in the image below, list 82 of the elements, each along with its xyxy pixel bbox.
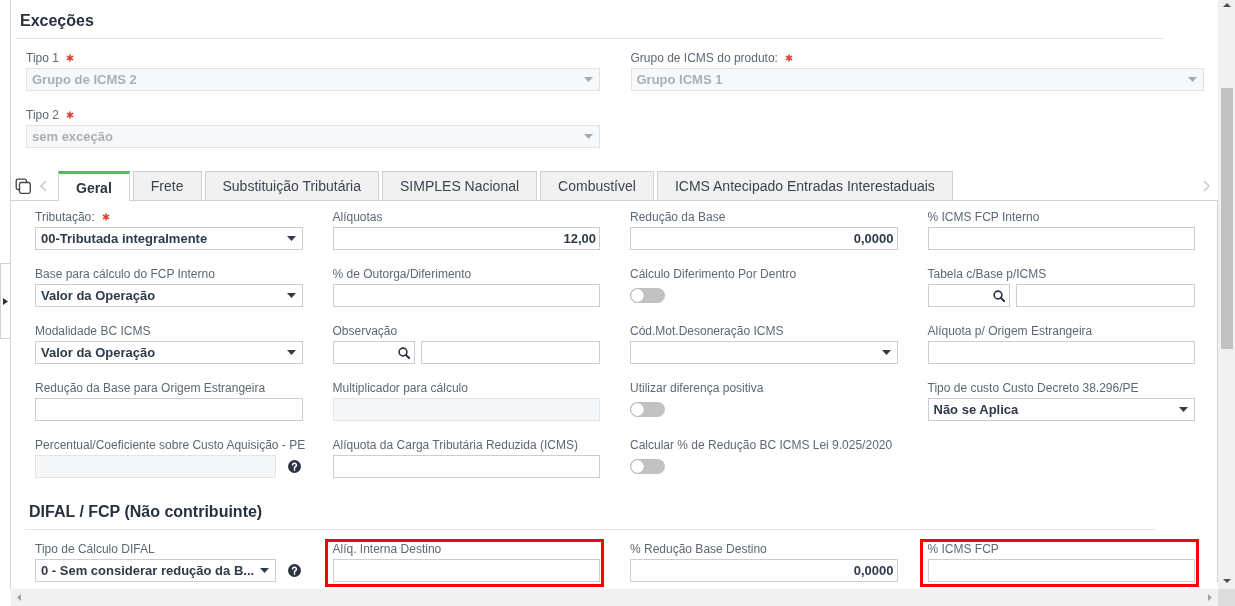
tab[interactable]: Substituição Tributária (204, 171, 380, 200)
caret-icon (583, 134, 593, 139)
scrollbar-corner (1218, 589, 1235, 606)
field-label: Observação (332, 324, 398, 338)
field-label: Tipo 1 (26, 51, 59, 65)
field-label: Grupo de ICMS do produto: (630, 51, 778, 65)
section-title: Exceções (20, 11, 94, 31)
field-label: Modalidade BC ICMS (35, 324, 151, 338)
input-field[interactable] (332, 284, 600, 307)
search-icon (992, 289, 1005, 302)
field-label: Tipo 2 (26, 108, 59, 122)
caret-icon (259, 568, 269, 573)
arrow-left-icon[interactable] (17, 594, 21, 601)
field-label: Cálculo Diferimento Por Dentro (630, 267, 797, 281)
field-label: Redução da Base (630, 210, 726, 224)
search-icon (397, 346, 410, 359)
dropdown[interactable]: Valor da Operação (35, 341, 303, 364)
input-field[interactable] (927, 341, 1195, 364)
tab[interactable]: SIMPLES Nacional (382, 171, 538, 200)
caret-icon (1188, 77, 1197, 82)
tab[interactable]: Geral (58, 171, 130, 201)
caret-icon (286, 236, 296, 241)
caret-right-icon (3, 297, 8, 305)
input-field[interactable]: 0,0000 (630, 227, 898, 250)
tab[interactable]: ICMS Antecipado Entradas Interestaduais (656, 171, 953, 200)
caret-icon (583, 77, 593, 82)
field-label: Tipo de Cálculo DIFAL (35, 542, 155, 556)
field-label: Alíq. Interna Destino (332, 542, 442, 556)
field-label: Alíquota da Carga Tributária Reduzida (ICMS) (332, 438, 578, 452)
field-label: Tributação: (35, 210, 95, 224)
help-icon[interactable] (287, 564, 301, 577)
field-label: Utilizar diferença positiva (630, 381, 764, 395)
input-field[interactable] (35, 398, 303, 421)
arrow-down-icon[interactable] (1222, 579, 1231, 583)
side-panel-handle[interactable] (0, 263, 10, 339)
search-field[interactable] (332, 341, 415, 364)
scrollbar-thumb[interactable] (1220, 88, 1233, 349)
field-label: % ICMS FCP (927, 542, 999, 556)
field-label: Calcular % de Redução BC ICMS Lei 9.025/2020 (630, 438, 893, 452)
dropdown[interactable] (630, 341, 898, 364)
field-label: Alíquotas (332, 210, 383, 224)
caret-icon (286, 293, 296, 298)
field-label: Percentual/Coeficiente sobre Custo Aquisição - PE (35, 438, 306, 452)
input-field[interactable] (420, 341, 600, 364)
field-label: Tabela c/Base p/ICMS (927, 267, 1047, 281)
field-label: Base para cálculo do FCP Interno (35, 267, 215, 281)
toggle-switch[interactable] (630, 402, 665, 417)
vertical-scrollbar[interactable] (1218, 0, 1235, 589)
section-title: DIFAL / FCP (Não contribuinte) (29, 502, 263, 522)
input-field[interactable] (1015, 284, 1195, 307)
chevron-right-icon[interactable] (1203, 179, 1210, 192)
horizontal-scrollbar[interactable] (11, 589, 1218, 606)
caret-icon (881, 350, 891, 355)
field-label: Alíquota p/ Origem Estrangeira (927, 324, 1093, 338)
field-label: % Redução Base Destino (630, 542, 767, 556)
toggle-switch[interactable] (630, 459, 665, 474)
dropdown[interactable]: Valor da Operação (35, 284, 303, 307)
field-label: % ICMS FCP Interno (927, 210, 1040, 224)
tab[interactable]: Frete (132, 171, 202, 200)
tab[interactable]: Combustível (540, 171, 654, 200)
copy-icon[interactable] (15, 177, 31, 194)
arrow-up-icon[interactable] (1222, 3, 1231, 7)
toggle-switch[interactable] (630, 288, 665, 303)
dropdown[interactable]: 00-Tributada integralmente (35, 227, 303, 250)
input-field[interactable] (927, 227, 1195, 250)
dropdown[interactable]: 0 - Sem considerar redução da B... (35, 559, 276, 582)
chevron-left-icon[interactable] (40, 179, 47, 192)
field-label: Redução da Base para Origem Estrangeira (35, 381, 266, 395)
caret-icon (286, 350, 296, 355)
field-label: Tipo de custo Custo Decreto 38.296/PE (927, 381, 1139, 395)
input-field[interactable]: 12,00 (332, 227, 600, 250)
field-label: Cód.Mot.Desoneração ICMS (630, 324, 784, 338)
input-field[interactable] (332, 559, 600, 582)
input-field[interactable]: 0,0000 (630, 559, 898, 582)
arrow-right-icon[interactable] (1208, 594, 1212, 601)
dropdown[interactable]: Não se Aplica (927, 398, 1195, 421)
field-label: % de Outorga/Diferimento (332, 267, 472, 281)
caret-icon (1179, 407, 1188, 412)
field-label: Multiplicador para cálculo (332, 381, 468, 395)
input-field[interactable] (332, 455, 600, 478)
input-field[interactable] (927, 559, 1195, 582)
search-field[interactable] (927, 284, 1010, 307)
